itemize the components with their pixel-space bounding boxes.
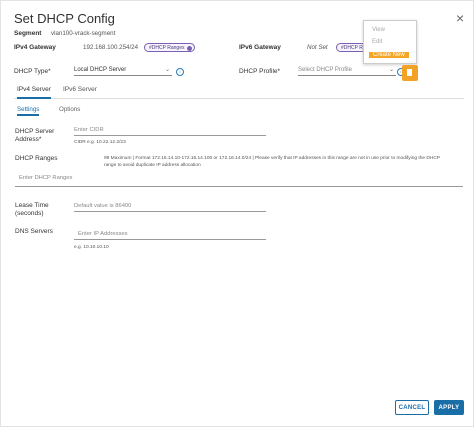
tag-label: #DHCP Ranges [149, 45, 185, 51]
server-tabs: IPv4 Server IPv6 Server [14, 86, 464, 99]
dhcp-type-select[interactable]: Local DHCP Server ⌄ [74, 64, 172, 76]
ipv4-gateway-label: IPv4 Gateway [14, 44, 56, 51]
subtab-options[interactable]: Options [59, 106, 80, 113]
ipv6-dhcp-ranges-tag[interactable]: #DHCP R [336, 43, 366, 52]
apply-button[interactable]: APPLY [434, 400, 464, 415]
dhcp-type-value: Local DHCP Server [74, 67, 127, 73]
dhcp-profile-placeholder: Select DHCP Profile [298, 67, 352, 73]
menu-item-create-new[interactable]: Create New [369, 52, 409, 58]
dhcp-ranges-hint-line2: range to avoid duplicate IP address allo… [104, 163, 201, 168]
dhcp-ranges-hint-line1: 99 Maximum | Format 172.16.14.10-172.16.… [104, 156, 440, 161]
dhcp-profile-select[interactable]: Select DHCP Profile ⌄ [298, 64, 396, 76]
dhcp-ranges-input[interactable]: Enter DHCP Ranges [15, 171, 463, 187]
server-address-input[interactable]: Enter CIDR [74, 124, 266, 136]
tag-label: #DHCP R [341, 45, 363, 51]
info-icon[interactable]: i [176, 68, 184, 76]
dhcp-type-label: DHCP Type* [14, 68, 51, 75]
server-address-label-line1: DHCP Server [15, 128, 55, 135]
profile-actions-button[interactable] [402, 65, 418, 81]
ipv6-gateway-label: IPv6 Gateway [239, 44, 281, 51]
lease-time-input[interactable]: Default value is 86400 [74, 200, 266, 212]
tab-ipv4-server[interactable]: IPv4 Server [17, 86, 51, 99]
dhcp-profile-label: DHCP Profile* [239, 68, 281, 75]
profile-actions-menu: View Edit Create New [363, 20, 417, 64]
ipv4-gateway-value: 192.168.100.254/24 [83, 44, 139, 51]
server-address-label-line2: Address* [15, 136, 42, 143]
lease-time-label-line1: Lease Time [15, 202, 49, 209]
ipv4-dhcp-ranges-tag[interactable]: #DHCP Ranges [144, 43, 196, 52]
menu-item-view[interactable]: View [372, 27, 385, 33]
cancel-button[interactable]: CANCEL [395, 400, 429, 415]
chevron-down-icon: ⌄ [164, 67, 170, 73]
ipv6-gateway-value: Not Set [307, 44, 328, 51]
tab-ipv6-server[interactable]: IPv6 Server [63, 86, 97, 97]
vertical-dots-icon [407, 69, 412, 76]
segment-value: vlan100-vrack-segment [51, 30, 116, 37]
dialog-title: Set DHCP Config [14, 11, 115, 26]
dns-servers-hint: e.g. 10.10.10.10 [74, 245, 109, 250]
tag-indicator-icon [187, 45, 193, 51]
subtab-settings[interactable]: Settings [17, 106, 40, 116]
dhcp-ranges-label: DHCP Ranges [15, 155, 58, 162]
dns-servers-label: DNS Servers [15, 228, 53, 235]
close-icon[interactable]: × [456, 10, 464, 26]
dns-servers-input[interactable]: Enter IP Addresses [74, 228, 266, 240]
menu-item-edit[interactable]: Edit [372, 39, 382, 45]
lease-time-label-line2: (seconds) [15, 210, 44, 217]
set-dhcp-config-dialog: Set DHCP Config × Segment vlan100-vrack-… [0, 0, 474, 427]
segment-label: Segment [14, 30, 42, 37]
chevron-down-icon: ⌄ [388, 67, 394, 73]
server-address-hint: CIDR e.g. 10.22.12.2/23 [74, 140, 126, 145]
